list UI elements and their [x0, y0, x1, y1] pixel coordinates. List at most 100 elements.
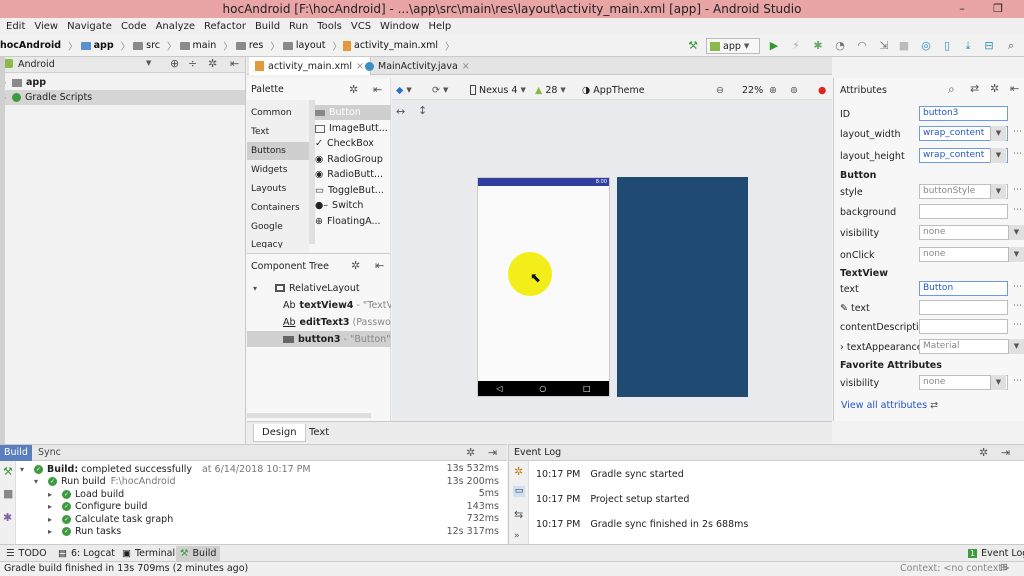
menu-vcs[interactable]: VCS — [351, 21, 371, 32]
run-icon[interactable]: ▶ — [767, 39, 781, 53]
hide-panel-icon[interactable]: ⇤ — [375, 259, 384, 272]
gear-icon[interactable]: ✲ — [208, 57, 217, 70]
breadcrumb-app[interactable]: app — [79, 40, 114, 51]
palette-category-common[interactable]: Common — [247, 104, 309, 122]
hide-panel-icon[interactable]: ⇤ — [230, 57, 239, 70]
orientation-icon[interactable]: ⟳ ▼ — [432, 82, 448, 98]
more-icon[interactable]: ⋯ — [1013, 205, 1022, 215]
more-icon[interactable]: ⋯ — [1013, 282, 1022, 292]
tree-item-button3[interactable]: button3 - "Button" — [247, 331, 391, 347]
more-icon[interactable]: ⋯ — [1013, 376, 1022, 386]
menu-refactor[interactable]: Refactor — [204, 21, 246, 32]
palette-category-layouts[interactable]: Layouts — [247, 180, 309, 198]
profile-icon[interactable]: ◔ — [833, 39, 847, 53]
design-mode-icon[interactable]: ◆ ▼ — [396, 82, 412, 98]
attr-text-input[interactable]: Button — [919, 281, 1008, 296]
lock-icon[interactable]: ⊞ — [1000, 562, 1008, 573]
zoom-fit-icon[interactable]: ⊚ — [790, 82, 798, 98]
tree-item-edittext3[interactable]: Ab editText3 (Password) — [283, 314, 391, 330]
sync-gradle-icon[interactable]: ◎ — [919, 39, 933, 53]
gear-icon[interactable]: ✲ — [990, 82, 999, 95]
run-config-select[interactable]: app ▼ — [706, 38, 760, 54]
toolwindow-terminal[interactable]: ▣ Terminal — [118, 546, 179, 561]
chevron-down-icon[interactable]: ▼ — [990, 126, 1006, 141]
sdk-manager-icon[interactable]: ⤓ — [961, 39, 975, 53]
tab-sync[interactable]: Sync — [38, 445, 61, 461]
chevron-down-icon[interactable]: ▾ — [253, 284, 263, 293]
chevron-down-icon[interactable]: ▼ — [990, 184, 1006, 199]
menu-run[interactable]: Run — [289, 21, 308, 32]
toolwindow-build[interactable]: ⚒ Build — [176, 546, 221, 561]
tree-item-relativelayout[interactable]: ▾ RelativeLayout — [253, 280, 391, 296]
build-line-status[interactable]: ▾ ✓ Build: completed successfully at 6/1… — [20, 463, 500, 476]
palette-item-radiogroup[interactable]: ◉ RadioGroup — [315, 152, 391, 167]
message-icon[interactable]: ▭ — [513, 486, 525, 497]
maximize-button[interactable]: ❐ — [980, 0, 1016, 18]
chevron-down-icon[interactable]: ▼ — [146, 59, 151, 67]
more-icon[interactable]: ⋯ — [1013, 149, 1022, 159]
more-icon[interactable]: ⋯ — [1013, 127, 1022, 137]
hide-panel-icon[interactable]: ⇤ — [1010, 82, 1019, 95]
tab-design[interactable]: Design — [253, 424, 306, 442]
build-line-run-tasks[interactable]: ▸ ✓ Run tasks — [48, 526, 121, 539]
settings-icon[interactable]: ✲ — [514, 465, 523, 478]
build-line-load-build[interactable]: ▸ ✓ Load build — [48, 488, 124, 501]
resize-horizontal-icon[interactable]: ↔ — [396, 105, 405, 118]
chevron-right-icon[interactable]: ▸ — [48, 502, 58, 511]
zoom-in-icon[interactable]: ⊕ — [769, 82, 777, 98]
collapse-icon[interactable]: » — [514, 531, 520, 541]
build-line-task-graph[interactable]: ▸ ✓ Calculate task graph — [48, 513, 173, 526]
palette-category-buttons[interactable]: Buttons — [247, 142, 309, 160]
menu-edit[interactable]: Edit — [6, 21, 25, 32]
gear-icon[interactable]: ✲ — [979, 446, 988, 459]
palette-category-containers[interactable]: Containers — [247, 199, 309, 217]
menu-build[interactable]: Build — [255, 21, 280, 32]
palette-item-togglebutton[interactable]: ▭ ToggleBut... — [315, 183, 391, 198]
project-view-select[interactable]: Android — [18, 59, 55, 70]
minimize-button[interactable]: – — [944, 0, 980, 18]
breadcrumb-res[interactable]: res — [234, 40, 263, 51]
swap-view-icon[interactable]: ⇄ — [970, 82, 979, 95]
palette-item-fab[interactable]: ⊕ FloatingA... — [315, 214, 391, 229]
attr-id-input[interactable]: button3 — [919, 106, 1008, 121]
hide-panel-icon[interactable]: ⇤ — [373, 83, 382, 96]
toolwindow-logcat[interactable]: ▤ 6: Logcat — [54, 546, 119, 561]
hide-panel-icon[interactable]: ⇥ — [488, 446, 497, 459]
gear-icon[interactable]: ✲ — [351, 259, 360, 272]
menu-view[interactable]: View — [34, 21, 58, 32]
view-all-attributes-link[interactable]: View all attributes ⇄ — [841, 400, 938, 411]
hide-panel-icon[interactable]: ⇥ — [1001, 446, 1010, 459]
menu-tools[interactable]: Tools — [317, 21, 342, 32]
chevron-down-icon[interactable]: ▼ — [990, 148, 1006, 163]
debug-icon[interactable]: ✱ — [811, 39, 825, 53]
palette-item-switch[interactable]: ●– Switch — [315, 198, 391, 213]
tab-activity-main[interactable]: activity_main.xml × — [249, 57, 372, 75]
palette-category-legacy[interactable]: Legacy — [247, 236, 309, 248]
toolwindow-event-log[interactable]: 1 Event Log — [964, 546, 1024, 561]
coverage-icon[interactable]: ⇲ — [877, 39, 891, 53]
palette-category-widgets[interactable]: Widgets — [247, 161, 309, 179]
avd-manager-icon[interactable]: ▯ — [940, 39, 954, 53]
zoom-out-icon[interactable]: ⊖ — [716, 82, 724, 98]
api-select[interactable]: ▲ 28 ▼ — [535, 82, 566, 98]
more-icon[interactable]: ⋯ — [1013, 320, 1022, 330]
build-line-configure-build[interactable]: ▸ ✓ Configure build — [48, 501, 147, 514]
palette-item-imagebutton[interactable]: ImageButt... — [315, 121, 391, 136]
menu-help[interactable]: Help — [428, 21, 451, 32]
breadcrumb-main[interactable]: main — [178, 40, 216, 51]
menu-code[interactable]: Code — [121, 21, 147, 32]
palette-item-radiobutton[interactable]: ◉ RadioButt... — [315, 167, 391, 182]
attr-contentdescription-input[interactable] — [919, 319, 1008, 334]
error-icon[interactable]: ● — [818, 82, 826, 98]
tab-build[interactable]: Build — [0, 445, 32, 461]
menu-navigate[interactable]: Navigate — [67, 21, 112, 32]
attr-label-textappearance[interactable]: › textAppearance — [840, 342, 923, 353]
horizontal-scrollbar[interactable] — [247, 413, 371, 418]
palette-category-google[interactable]: Google — [247, 218, 309, 236]
theme-select[interactable]: ◑ AppTheme — [582, 82, 645, 98]
search-icon[interactable]: ⌕ — [948, 82, 955, 97]
filter-icon[interactable]: ⇆ — [514, 508, 523, 521]
chevron-down-icon[interactable]: ▾ — [34, 477, 44, 486]
hammer-icon[interactable]: ⚒ — [3, 465, 13, 478]
chevron-down-icon[interactable]: ▾ — [20, 465, 30, 474]
